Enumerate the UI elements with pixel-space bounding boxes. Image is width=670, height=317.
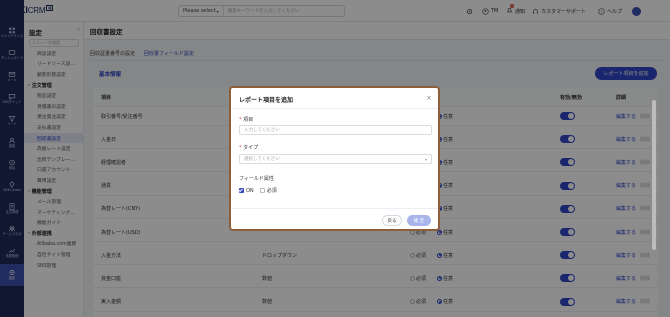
chevron-down-icon: ▾ bbox=[424, 156, 427, 162]
dialog-title: レポート項目を追加 bbox=[239, 97, 294, 104]
required-label: 必須 bbox=[266, 188, 277, 194]
type-select-placeholder: 選択してください bbox=[244, 157, 280, 162]
on-label: ON bbox=[246, 187, 254, 194]
field-attr-options: ON 必須 bbox=[239, 187, 277, 194]
ok-button[interactable]: 確 定 bbox=[407, 215, 431, 226]
add-report-item-dialog: レポート項目を追加 × * 項目 入力してください * タイプ 選択してください… bbox=[229, 86, 440, 231]
item-input[interactable]: 入力してください bbox=[239, 125, 432, 135]
item-label: * 項目 bbox=[239, 117, 254, 123]
required-checkbox[interactable]: 必須 bbox=[259, 187, 277, 194]
on-checkbox[interactable]: ON bbox=[239, 187, 254, 194]
type-label: * タイプ bbox=[239, 145, 259, 151]
type-select[interactable]: 選択してください ▾ bbox=[239, 154, 432, 164]
cancel-button[interactable]: 戻る bbox=[382, 215, 402, 226]
scrollbar[interactable] bbox=[652, 100, 656, 250]
type-label-text: タイプ bbox=[243, 145, 259, 151]
item-label-text: 項目 bbox=[243, 117, 254, 123]
close-icon[interactable]: × bbox=[426, 94, 432, 102]
field-attr-label: フィールド属性 bbox=[239, 176, 274, 182]
check-icon bbox=[239, 187, 244, 193]
